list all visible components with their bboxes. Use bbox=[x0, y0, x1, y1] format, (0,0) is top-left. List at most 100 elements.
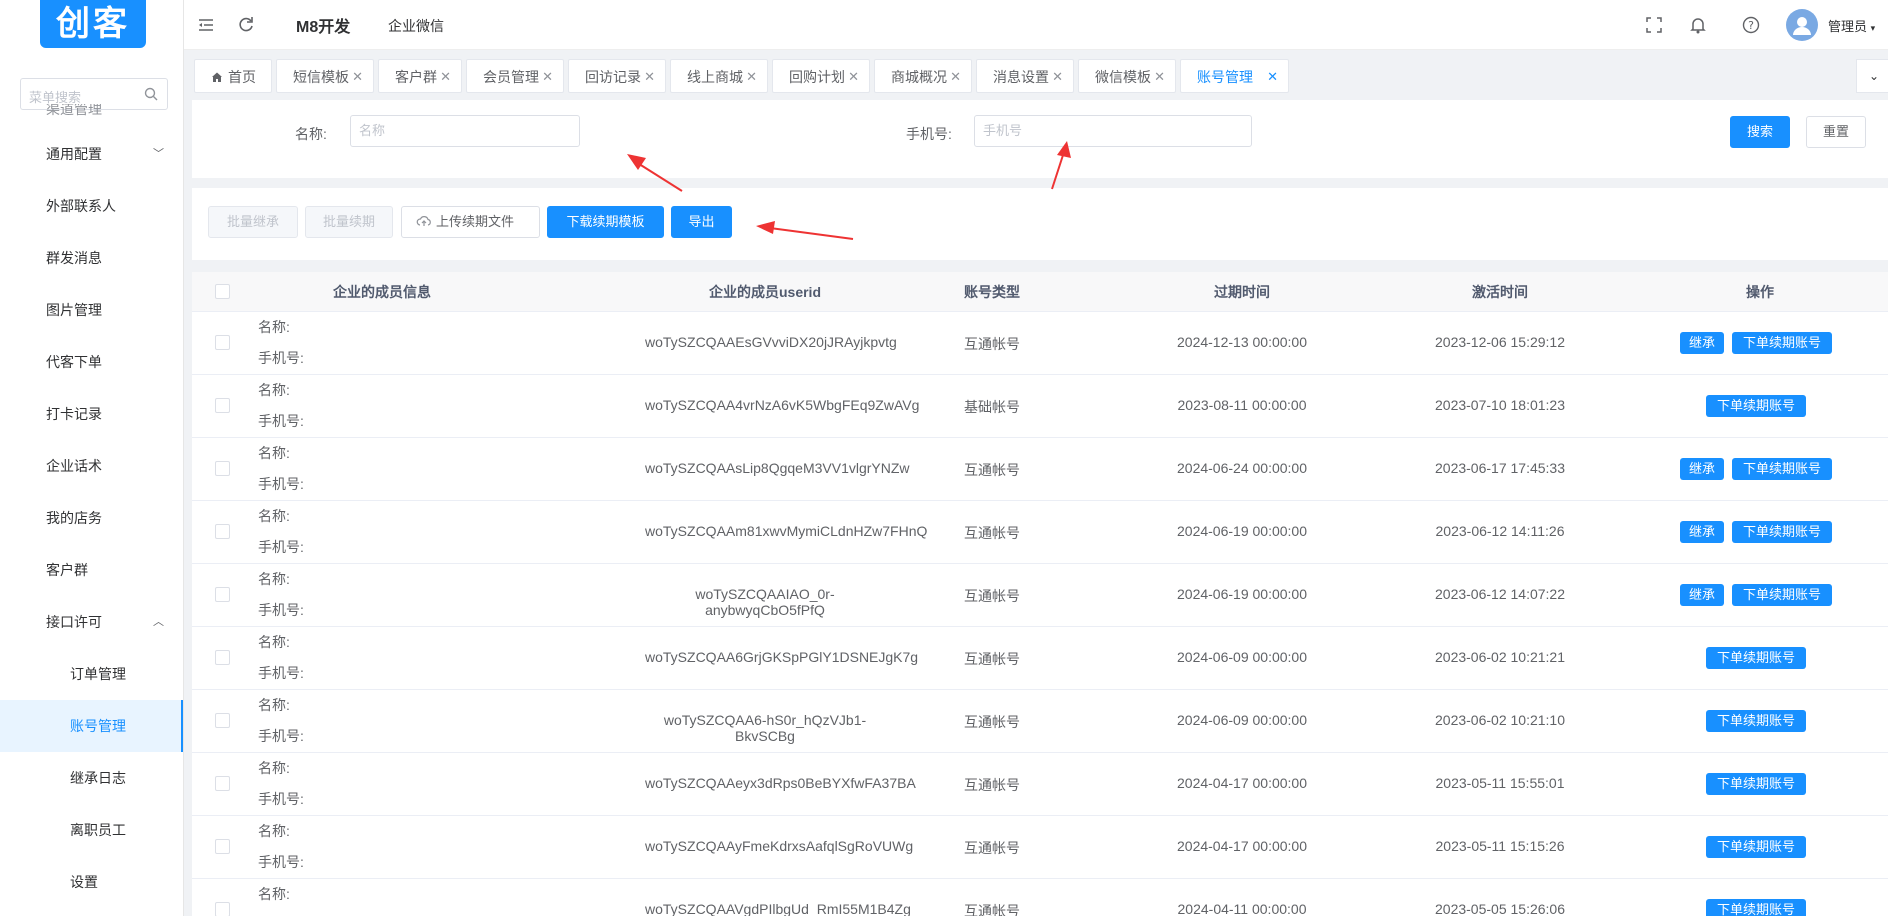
inherit-button[interactable]: 继承 bbox=[1680, 458, 1724, 480]
tab[interactable]: 线上商城 ✕ bbox=[670, 59, 768, 93]
row-checkbox[interactable] bbox=[215, 335, 230, 350]
account-type: 互通帐号 bbox=[964, 336, 1020, 352]
renew-account-button[interactable]: 下单续期账号 bbox=[1732, 584, 1832, 606]
renew-account-button[interactable]: 下单续期账号 bbox=[1706, 899, 1806, 916]
member-name-label: 名称: bbox=[258, 760, 290, 776]
member-userid: woTySZCQAAVgdPIlbgUd_RmI55M1B4Zg bbox=[645, 901, 911, 916]
help-icon[interactable]: ? bbox=[1741, 15, 1761, 35]
tab[interactable]: 回购计划 ✕ bbox=[772, 59, 870, 93]
tab[interactable]: 会员管理 ✕ bbox=[466, 59, 564, 93]
sidebar-item[interactable]: 企业话术 bbox=[0, 440, 183, 492]
col-actions: 操作 bbox=[1746, 284, 1774, 300]
close-icon[interactable]: ✕ bbox=[1052, 60, 1063, 94]
renew-account-button[interactable]: 下单续期账号 bbox=[1732, 458, 1832, 480]
close-icon[interactable]: ✕ bbox=[542, 60, 553, 94]
close-icon[interactable]: ✕ bbox=[644, 60, 655, 94]
tab[interactable]: 短信模板 ✕ bbox=[276, 59, 374, 93]
close-icon[interactable]: ✕ bbox=[1154, 60, 1165, 94]
fullscreen-icon[interactable] bbox=[1644, 15, 1664, 35]
search-button[interactable]: 搜索 bbox=[1730, 116, 1790, 148]
renew-account-button[interactable]: 下单续期账号 bbox=[1732, 521, 1832, 543]
refresh-icon[interactable] bbox=[236, 15, 256, 35]
user-avatar[interactable] bbox=[1786, 9, 1818, 41]
sidebar-item[interactable]: 渠道管理 bbox=[0, 104, 183, 128]
tab[interactable]: 客户群 ✕ bbox=[378, 59, 462, 93]
user-name[interactable]: 管理员 ▾ bbox=[1828, 16, 1875, 35]
export-button[interactable]: 导出 bbox=[671, 206, 732, 238]
reset-button[interactable]: 重置 bbox=[1806, 116, 1866, 148]
tab[interactable]: 首页 bbox=[194, 59, 272, 93]
batch-renew-button[interactable]: 批量续期 bbox=[305, 206, 393, 238]
top-header: M8开发 企业微信 ? 管理员 ▾ bbox=[184, 0, 1888, 50]
sidebar-item[interactable]: 设置 bbox=[0, 856, 183, 908]
upload-renew-file-button[interactable]: 上传续期文件 bbox=[401, 206, 540, 238]
sidebar-item[interactable]: 我的店务 bbox=[0, 492, 183, 544]
select-all-checkbox[interactable] bbox=[215, 284, 230, 299]
batch-inherit-button[interactable]: 批量继承 bbox=[208, 206, 298, 238]
phone-input-placeholder: 手机号 bbox=[983, 123, 1023, 138]
renew-account-button[interactable]: 下单续期账号 bbox=[1706, 836, 1806, 858]
row-checkbox[interactable] bbox=[215, 461, 230, 476]
sidebar-item[interactable]: 账号管理 bbox=[0, 700, 183, 752]
close-icon[interactable]: ✕ bbox=[746, 60, 757, 94]
row-checkbox[interactable] bbox=[215, 650, 230, 665]
phone-input[interactable]: 手机号 bbox=[974, 115, 1252, 147]
sidebar-item[interactable]: 图片管理 bbox=[0, 284, 183, 336]
row-checkbox[interactable] bbox=[215, 839, 230, 854]
renew-account-button[interactable]: 下单续期账号 bbox=[1732, 332, 1832, 354]
name-input[interactable]: 名称 bbox=[350, 115, 580, 147]
tab[interactable]: 账号管理 ✕ bbox=[1180, 59, 1289, 93]
renew-account-button[interactable]: 下单续期账号 bbox=[1706, 647, 1806, 669]
close-icon[interactable]: ✕ bbox=[1267, 60, 1278, 94]
sidebar-item[interactable]: 离职员工 bbox=[0, 804, 183, 856]
menu-fold-icon[interactable] bbox=[196, 15, 216, 35]
inherit-button[interactable]: 继承 bbox=[1680, 584, 1724, 606]
inherit-button[interactable]: 继承 bbox=[1680, 521, 1724, 543]
sidebar-item[interactable]: 继承日志 bbox=[0, 752, 183, 804]
close-icon[interactable]: ✕ bbox=[352, 60, 363, 94]
tab[interactable]: 微信模板 ✕ bbox=[1078, 59, 1176, 93]
sidebar-item-label: 外部联系人 bbox=[46, 198, 116, 214]
row-checkbox[interactable] bbox=[215, 713, 230, 728]
inherit-button[interactable]: 继承 bbox=[1680, 332, 1724, 354]
bell-icon[interactable] bbox=[1688, 15, 1708, 35]
sidebar-item[interactable]: 外部联系人 bbox=[0, 180, 183, 232]
name-label: 名称: bbox=[295, 126, 327, 142]
expire-time: 2024-04-17 00:00:00 bbox=[1177, 775, 1307, 791]
row-checkbox[interactable] bbox=[215, 398, 230, 413]
activate-time: 2023-06-12 14:07:22 bbox=[1435, 586, 1565, 602]
app-logo[interactable]: 创客 bbox=[40, 0, 146, 48]
sidebar-item[interactable]: 群发消息 bbox=[0, 232, 183, 284]
account-type: 互通帐号 bbox=[964, 777, 1020, 793]
download-template-button[interactable]: 下载续期模板 bbox=[547, 206, 664, 238]
tab[interactable]: 商城概况 ✕ bbox=[874, 59, 972, 93]
renew-account-button[interactable]: 下单续期账号 bbox=[1706, 395, 1806, 417]
tabs-more-button[interactable]: ⌄ bbox=[1856, 59, 1888, 93]
row-checkbox[interactable] bbox=[215, 587, 230, 602]
sidebar-item[interactable]: 代客下单 bbox=[0, 336, 183, 388]
close-icon[interactable]: ✕ bbox=[848, 60, 859, 94]
row-checkbox[interactable] bbox=[215, 902, 230, 916]
row-checkbox[interactable] bbox=[215, 524, 230, 539]
renew-account-button[interactable]: 下单续期账号 bbox=[1706, 773, 1806, 795]
project-subtitle[interactable]: 企业微信 bbox=[388, 16, 444, 36]
sidebar-item[interactable]: 订单管理 bbox=[0, 648, 183, 700]
close-icon[interactable]: ✕ bbox=[950, 60, 961, 94]
tab[interactable]: 消息设置 ✕ bbox=[976, 59, 1074, 93]
sidebar-item[interactable]: 接口许可 ︿ bbox=[0, 596, 183, 648]
row-checkbox[interactable] bbox=[215, 776, 230, 791]
search-panel: 名称: 名称 手机号: 手机号 搜索 重置 bbox=[192, 100, 1888, 178]
sidebar-item[interactable]: 通用配置 ﹀ bbox=[0, 128, 183, 180]
activate-time: 2023-06-17 17:45:33 bbox=[1435, 460, 1565, 476]
member-info: 名称: 手机号: bbox=[258, 564, 304, 626]
tags-view: ⌄ 首页 短信模板 ✕ 客户群 ✕ 会员管理 ✕ 回访记录 ✕ 线上商城 ✕ 回购计划 ✕ 商城概况 ✕ 消息… bbox=[184, 54, 1888, 100]
member-userid: woTySZCQAA4vrNzA6vK5WbgFEq9ZwAVg bbox=[645, 397, 920, 413]
renew-account-button[interactable]: 下单续期账号 bbox=[1706, 710, 1806, 732]
member-userid: woTySZCQAAyFmeKdrxsAafqlSgRoVUWg bbox=[645, 838, 914, 854]
close-icon[interactable]: ✕ bbox=[440, 60, 451, 94]
tab[interactable]: 回访记录 ✕ bbox=[568, 59, 666, 93]
sidebar-item[interactable]: 打卡记录 bbox=[0, 388, 183, 440]
project-title[interactable]: M8开发 bbox=[296, 13, 350, 37]
member-name-label: 名称: bbox=[258, 445, 290, 461]
sidebar-item[interactable]: 客户群 bbox=[0, 544, 183, 596]
